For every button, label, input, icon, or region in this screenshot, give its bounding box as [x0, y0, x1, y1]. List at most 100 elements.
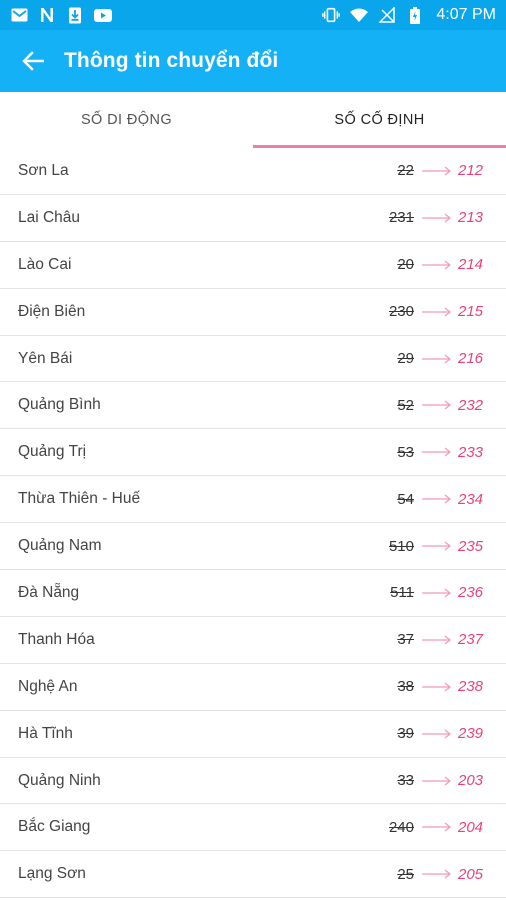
new-area-code: 235: [458, 537, 484, 555]
arrow-right-icon: [422, 729, 451, 739]
code-conversion: 511 236: [386, 584, 490, 601]
province-name: Sơn La: [18, 161, 69, 179]
old-area-code: 38: [397, 678, 414, 696]
new-area-code: 212: [458, 162, 484, 180]
code-conversion: 510 235: [386, 538, 490, 555]
list-item[interactable]: Hà Tĩnh 39 239: [0, 711, 506, 758]
new-area-code: 237: [458, 631, 484, 649]
province-name: Lai Châu: [18, 208, 81, 226]
app-bar: Thông tin chuyển đổi: [0, 30, 506, 92]
code-conversion: 25 205: [386, 866, 490, 883]
no-signal-icon: [378, 6, 396, 24]
code-conversion: 39 239: [386, 725, 490, 742]
old-area-code: 54: [397, 490, 414, 508]
page-title: Thông tin chuyển đổi: [64, 49, 279, 72]
new-area-code: 238: [458, 678, 484, 696]
list-item[interactable]: Thanh Hóa 37 237: [0, 617, 506, 664]
code-conversion: 231 213: [386, 209, 490, 226]
wifi-icon: [350, 6, 369, 24]
clock: 4:07 PM: [436, 6, 496, 23]
province-name: Hà Tĩnh: [18, 724, 73, 742]
system-icons: 4:07 PM: [322, 6, 496, 24]
old-area-code: 22: [397, 162, 414, 180]
old-area-code: 39: [397, 725, 414, 743]
list-item[interactable]: Đà Nẵng 511 236: [0, 570, 506, 617]
new-area-code: 233: [458, 443, 484, 461]
new-area-code: 213: [458, 209, 484, 227]
list-item[interactable]: Quảng Trị 53 233: [0, 429, 506, 477]
list-item[interactable]: Quảng Ninh 33 203: [0, 758, 506, 805]
new-area-code: 216: [458, 350, 484, 367]
arrow-right-icon: [422, 166, 451, 176]
list-item[interactable]: Bắc Giang 240 204: [0, 804, 506, 852]
old-area-code: 231: [388, 209, 414, 227]
new-area-code: 239: [458, 725, 484, 743]
arrow-right-icon: [422, 354, 451, 363]
old-area-code: 510: [388, 537, 414, 555]
code-conversion: 54 234: [386, 491, 490, 508]
status-bar: 4:07 PM: [0, 0, 506, 30]
list-item[interactable]: Thừa Thiên - Huế 54 234: [0, 476, 506, 524]
province-name: Thanh Hóa: [18, 630, 95, 648]
arrow-right-icon: [422, 213, 451, 223]
tab-mobile-numbers[interactable]: SỐ DI ĐỘNG: [0, 92, 253, 148]
old-area-code: 52: [397, 396, 414, 414]
old-area-code: 20: [397, 256, 414, 274]
old-area-code: 53: [397, 443, 414, 461]
old-area-code: 230: [388, 303, 414, 321]
province-name: Lạng Sơn: [18, 865, 86, 883]
old-area-code: 511: [390, 584, 414, 602]
province-name: Điện Biên: [18, 302, 86, 320]
code-conversion: 38 238: [386, 678, 490, 695]
code-conversion: 33 203: [386, 772, 490, 789]
notification-icons: [10, 6, 112, 24]
arrow-right-icon: [422, 447, 451, 457]
code-conversion: 230 215: [386, 303, 490, 320]
arrow-right-icon: [422, 822, 451, 832]
back-button[interactable]: [18, 46, 48, 76]
province-name: Quảng Nam: [18, 537, 102, 555]
arrow-right-icon: [422, 400, 451, 410]
arrow-right-icon: [422, 494, 451, 504]
new-area-code: 236: [458, 584, 484, 602]
tab-bar: SỐ DI ĐỘNG SỐ CỐ ĐỊNH: [0, 92, 506, 148]
new-area-code: 205: [458, 865, 484, 883]
list-item[interactable]: Sơn La 22 212: [0, 148, 506, 195]
list-item[interactable]: Lào Cai 20 214: [0, 242, 506, 289]
area-code-list: Sơn La 22 212 Lai Châu 231 213 Lào Cai 20 214 Điệ…: [0, 148, 506, 899]
arrow-right-icon: [422, 682, 451, 692]
code-conversion: 52 232: [386, 397, 490, 414]
list-item[interactable]: Lai Châu 231 213: [0, 195, 506, 242]
province-name: Quảng Trị: [18, 443, 87, 461]
province-name: Nghệ An: [18, 677, 78, 695]
new-area-code: 204: [458, 818, 484, 836]
new-area-code: 215: [458, 303, 484, 321]
list-item[interactable]: Quảng Bình 52 232: [0, 382, 506, 430]
new-area-code: 203: [458, 772, 484, 790]
gmail-icon: [10, 6, 28, 24]
list-item[interactable]: Nghệ An 38 238: [0, 664, 506, 711]
arrow-right-icon: [422, 260, 451, 270]
code-conversion: 20 214: [386, 256, 490, 273]
province-name: Yên Bái: [18, 349, 73, 367]
old-area-code: 33: [397, 772, 414, 790]
list-item[interactable]: Quảng Nam 510 235: [0, 523, 506, 571]
code-conversion: 37 237: [386, 631, 490, 648]
youtube-icon: [94, 6, 112, 24]
arrow-right-icon: [422, 307, 451, 317]
list-item[interactable]: Điện Biên 230 215: [0, 289, 506, 336]
province-name: Quảng Ninh: [18, 771, 101, 789]
code-conversion: 29 216: [386, 350, 490, 367]
arrow-right-icon: [422, 541, 451, 551]
sim-download-icon: [66, 6, 84, 24]
old-area-code: 25: [397, 865, 414, 883]
tab-landline-numbers[interactable]: SỐ CỐ ĐỊNH: [253, 92, 506, 148]
list-item[interactable]: Lạng Sơn 25 205: [0, 851, 506, 899]
province-name: Quảng Bình: [18, 396, 101, 414]
list-item[interactable]: Yên Bái 29 216: [0, 336, 506, 383]
old-area-code: 240: [388, 818, 414, 836]
code-conversion: 240 204: [386, 819, 490, 836]
code-conversion: 22 212: [386, 162, 490, 179]
arrow-right-icon: [422, 588, 451, 598]
old-area-code: 29: [397, 350, 414, 367]
